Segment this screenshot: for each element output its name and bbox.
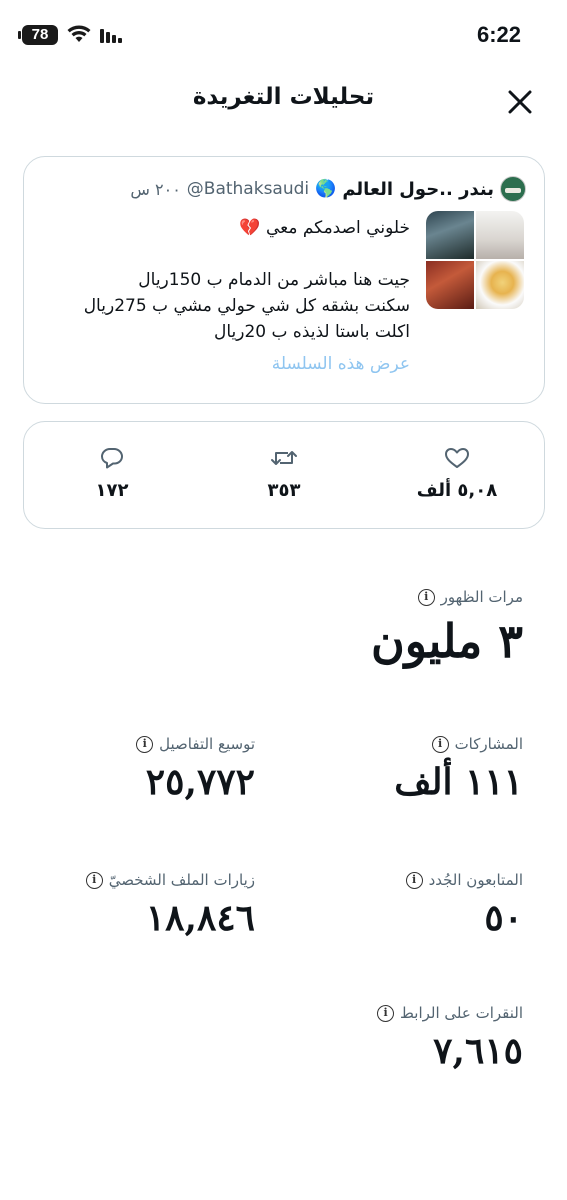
status-bar: 78 6:22 bbox=[0, 0, 567, 70]
heart-icon bbox=[445, 448, 469, 468]
tweet-text: خلوني اصدمكم معي 💔 جيت هنا مباشر من الدم… bbox=[70, 215, 410, 377]
show-thread-link[interactable]: عرض هذه السلسلة bbox=[70, 351, 410, 377]
tweet-line: اكلت باستا لذيذه ب 20ريال bbox=[213, 322, 410, 342]
impressions-label: مرات الظهور bbox=[440, 588, 523, 606]
retweet-icon bbox=[271, 451, 297, 465]
battery-indicator: 78 bbox=[22, 25, 58, 45]
link-clicks-label: النقرات على الرابط bbox=[400, 1004, 523, 1022]
replies-count: ١٧٢ bbox=[95, 480, 129, 501]
info-icon[interactable]: i bbox=[377, 1004, 395, 1022]
info-icon[interactable]: i bbox=[405, 871, 423, 889]
tweet-line: سكنت بشقه كل شي حولي مشي ب 275ريال bbox=[83, 296, 410, 316]
engagements-metric: المشاركات i ١١١ ألف bbox=[394, 735, 523, 803]
new-followers-label-row: المتابعون الجُدد i bbox=[405, 871, 523, 889]
tweet-line: جيت هنا مباشر من الدمام ب 150ريال bbox=[138, 270, 410, 290]
likes-stat[interactable]: ٥,٠٨ ألف bbox=[407, 446, 507, 501]
tweet-line bbox=[70, 241, 410, 267]
engagements-label-row: المشاركات i bbox=[394, 735, 523, 753]
avatar[interactable] bbox=[500, 176, 526, 202]
new-followers-value: ٥٠ bbox=[484, 897, 523, 939]
tweet-card[interactable]: بندر ..حول العالم 🌎 @Bathaksaudi ٢٠٠ س خ… bbox=[23, 156, 545, 404]
battery-tip bbox=[18, 31, 21, 39]
info-icon[interactable]: i bbox=[85, 871, 103, 889]
author-handle: @Bathaksaudi bbox=[186, 179, 310, 199]
retweets-stat[interactable]: ٣٥٣ bbox=[234, 446, 334, 501]
status-time: 6:22 bbox=[476, 22, 521, 47]
new-followers-label: المتابعون الجُدد bbox=[428, 871, 523, 889]
detail-expands-label: توسيع التفاصيل bbox=[159, 735, 255, 753]
info-icon[interactable]: i bbox=[417, 588, 435, 606]
tweet-header: بندر ..حول العالم 🌎 @Bathaksaudi ٢٠٠ س bbox=[130, 175, 526, 203]
engagements-label: المشاركات bbox=[454, 735, 523, 753]
likes-count: ٥,٠٨ ألف bbox=[416, 480, 498, 501]
engagement-stats-card: ٥,٠٨ ألف ٣٥٣ ١٧٢ bbox=[23, 421, 545, 529]
globe-icon: 🌎 bbox=[315, 179, 337, 199]
header: تحليلات التغريدة bbox=[0, 78, 567, 122]
link-clicks-metric: النقرات على الرابط i ٧,٦١٥ bbox=[377, 1004, 523, 1072]
link-clicks-value: ٧,٦١٥ bbox=[433, 1030, 523, 1072]
tweet-media-grid[interactable] bbox=[426, 211, 524, 309]
signal-icon bbox=[100, 29, 122, 43]
impressions-metric: مرات الظهور i ٣ مليون bbox=[371, 588, 523, 668]
media-thumbnail[interactable] bbox=[426, 261, 474, 309]
page-title: تحليلات التغريدة bbox=[192, 84, 375, 110]
profile-visits-metric: زيارات الملف الشخصيّ i ١٨,٨٤٦ bbox=[85, 871, 255, 939]
detail-expands-value: ٢٥,٧٧٢ bbox=[145, 761, 255, 803]
media-thumbnail[interactable] bbox=[476, 261, 524, 309]
profile-visits-label-row: زيارات الملف الشخصيّ i bbox=[85, 871, 255, 889]
impressions-value: ٣ مليون bbox=[370, 614, 523, 668]
profile-visits-value: ١٨,٨٤٦ bbox=[145, 897, 255, 939]
reply-icon bbox=[101, 448, 123, 469]
media-thumbnail[interactable] bbox=[426, 211, 474, 259]
retweets-count: ٣٥٣ bbox=[267, 480, 301, 501]
wifi-icon bbox=[67, 25, 91, 42]
impressions-label-row: مرات الظهور i bbox=[371, 588, 523, 606]
tweet-line: خلوني اصدمكم معي 💔 bbox=[239, 218, 410, 238]
tweet-time: ٢٠٠ س bbox=[130, 179, 181, 199]
detail-expands-metric: توسيع التفاصيل i ٢٥,٧٧٢ bbox=[136, 735, 255, 803]
profile-visits-label: زيارات الملف الشخصيّ bbox=[108, 871, 255, 889]
new-followers-metric: المتابعون الجُدد i ٥٠ bbox=[405, 871, 523, 939]
engagements-value: ١١١ ألف bbox=[394, 761, 523, 803]
detail-expands-label-row: توسيع التفاصيل i bbox=[136, 735, 255, 753]
close-icon[interactable] bbox=[504, 86, 536, 118]
info-icon[interactable]: i bbox=[136, 735, 154, 753]
link-clicks-label-row: النقرات على الرابط i bbox=[377, 1004, 523, 1022]
info-icon[interactable]: i bbox=[431, 735, 449, 753]
replies-stat[interactable]: ١٧٢ bbox=[62, 446, 162, 501]
author-name: بندر ..حول العالم bbox=[342, 178, 494, 200]
media-thumbnail[interactable] bbox=[476, 211, 524, 259]
